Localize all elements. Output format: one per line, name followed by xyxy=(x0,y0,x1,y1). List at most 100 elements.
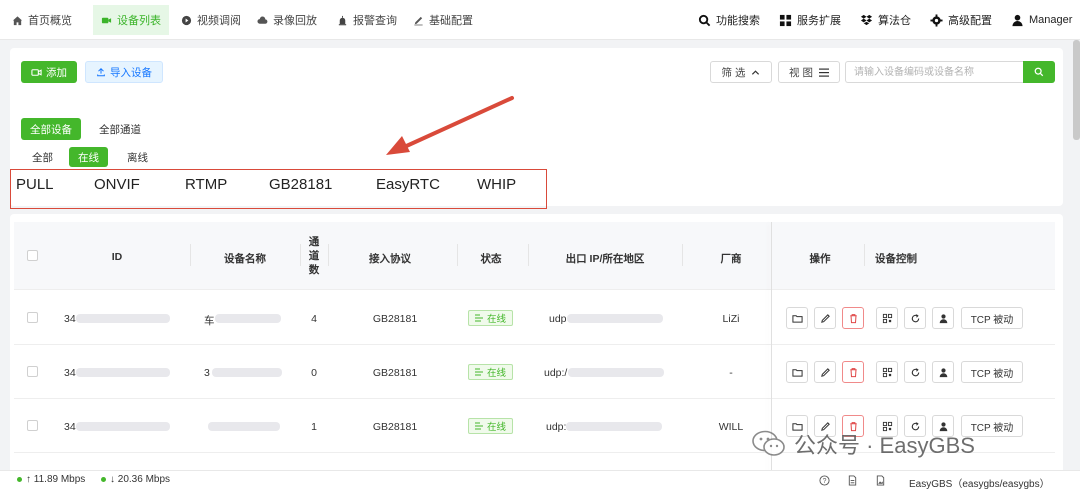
nav-label: 基础配置 xyxy=(429,15,473,27)
tab-all-channels[interactable]: 全部通道 xyxy=(90,118,150,140)
nav-label: 视频调阅 xyxy=(197,15,241,27)
header-operations: 操作 xyxy=(809,253,831,265)
add-device-button[interactable]: 添加 xyxy=(21,61,77,83)
user-menu[interactable]: Manager xyxy=(1011,5,1072,35)
channel-config-button[interactable] xyxy=(876,307,898,329)
protocol-easyrtc[interactable]: EasyRTC xyxy=(376,176,440,193)
page-scrollbar[interactable] xyxy=(1073,40,1080,140)
row-checkbox[interactable] xyxy=(27,312,38,323)
header-device-control: 设备控制 xyxy=(875,253,917,265)
qrcode-icon xyxy=(882,367,892,377)
row-checkbox[interactable] xyxy=(27,366,38,377)
wechat-watermark: 公众号 · EasyGBS xyxy=(752,428,975,460)
refresh-button[interactable] xyxy=(904,307,926,329)
header-protocol: 接入协议 xyxy=(369,253,411,265)
refresh-button[interactable] xyxy=(904,361,926,383)
user-auth-button[interactable] xyxy=(932,361,954,383)
redacted-id xyxy=(76,422,170,431)
list-icon xyxy=(475,368,483,376)
tcp-passive-button[interactable]: TCP 被动 xyxy=(961,307,1023,329)
protocol-onvif[interactable]: ONVIF xyxy=(94,176,140,193)
nav-item-video[interactable]: 视频调阅 xyxy=(173,5,249,35)
edit-device-button[interactable] xyxy=(814,361,836,383)
status-filter-offline[interactable]: 离线 xyxy=(118,147,157,167)
device-id: 34 xyxy=(64,367,76,379)
ip-region: udp xyxy=(549,313,567,325)
redacted-ip xyxy=(567,314,663,323)
status-badge: 在线 xyxy=(468,418,514,434)
protocol-value: GB28181 xyxy=(372,367,418,379)
service-extension-button[interactable]: 服务扩展 xyxy=(779,5,841,35)
redacted-id xyxy=(76,314,170,323)
play-icon xyxy=(181,15,192,25)
status-filter-all[interactable]: 全部 xyxy=(23,147,62,167)
svg-text:?: ? xyxy=(823,478,827,485)
open-folder-button[interactable] xyxy=(786,361,808,383)
annotation-arrow xyxy=(386,96,514,155)
help-icon[interactable]: ? xyxy=(819,475,830,486)
channel-count: 4 xyxy=(311,313,317,325)
header-vendor: 厂商 xyxy=(720,253,742,265)
protocol-pull[interactable]: PULL xyxy=(16,176,54,193)
nav-label: 报警查询 xyxy=(353,15,397,27)
nav-item-alarm[interactable]: 报警查询 xyxy=(329,5,405,35)
header-ip-region: 出口 IP/所在地区 xyxy=(565,253,645,265)
device-id: 34 xyxy=(64,421,76,433)
vendor: - xyxy=(729,367,733,379)
home-icon xyxy=(12,15,23,25)
status-bar: ↑ 11.89 Mbps ↓ 20.36 Mbps ? EasyGBS（easy… xyxy=(0,470,1080,489)
device-name: 3 xyxy=(204,367,210,379)
nav-item-playback[interactable]: 录像回放 xyxy=(249,5,325,35)
channel-config-button[interactable] xyxy=(876,361,898,383)
tcp-passive-button[interactable]: TCP 被动 xyxy=(961,361,1023,383)
camera-icon xyxy=(101,17,112,23)
nav-label: 录像回放 xyxy=(273,15,317,27)
nav-item-device-list[interactable]: 设备列表 xyxy=(93,5,169,35)
open-folder-button[interactable] xyxy=(786,307,808,329)
header-id: ID xyxy=(111,251,123,263)
header-status: 状态 xyxy=(480,253,502,265)
algorithm-store-button[interactable]: 算法仓 xyxy=(860,5,911,35)
search-icon xyxy=(1034,67,1044,77)
import-device-button[interactable]: 导入设备 xyxy=(85,61,163,83)
chevron-up-icon xyxy=(752,69,760,75)
feature-search-button[interactable]: 功能搜索 xyxy=(698,5,760,35)
nav-label: 设备列表 xyxy=(117,15,161,27)
qrcode-icon xyxy=(882,313,892,323)
table-row[interactable] xyxy=(14,291,1055,345)
user-icon xyxy=(1012,14,1023,26)
grid-icon xyxy=(779,14,792,26)
channel-count: 0 xyxy=(311,367,317,379)
delete-device-button[interactable] xyxy=(842,307,864,329)
protocol-rtmp[interactable]: RTMP xyxy=(185,176,227,193)
table-row[interactable] xyxy=(14,345,1055,399)
tab-all-devices[interactable]: 全部设备 xyxy=(21,118,81,140)
person-icon xyxy=(939,367,947,377)
video-add-icon xyxy=(31,68,42,76)
nav-item-config[interactable]: 基础配置 xyxy=(405,5,481,35)
edit-device-button[interactable] xyxy=(814,307,836,329)
menu-icon xyxy=(818,68,829,77)
trash-icon xyxy=(849,313,857,323)
redacted-ip xyxy=(566,422,662,431)
nav-item-home[interactable]: 首页概览 xyxy=(4,5,80,35)
refresh-icon xyxy=(911,313,919,322)
device-search-input[interactable] xyxy=(845,61,1023,83)
protocol-gb28181[interactable]: GB28181 xyxy=(269,176,332,193)
delete-device-button[interactable] xyxy=(842,361,864,383)
upload-icon xyxy=(97,67,105,77)
select-all-checkbox[interactable] xyxy=(27,250,38,261)
search-button[interactable] xyxy=(1023,61,1055,83)
view-toggle-button[interactable]: 视 图 xyxy=(778,61,840,83)
document-icon[interactable] xyxy=(847,475,858,486)
protocol-whip[interactable]: WHIP xyxy=(477,176,516,193)
row-checkbox[interactable] xyxy=(27,420,38,431)
status-filter-online[interactable]: 在线 xyxy=(69,147,108,167)
user-auth-button[interactable] xyxy=(932,307,954,329)
image-file-icon[interactable] xyxy=(875,475,886,486)
folder-icon xyxy=(791,368,803,377)
advanced-config-button[interactable]: 高级配置 xyxy=(930,5,992,35)
filter-toggle-button[interactable]: 筛 选 xyxy=(710,61,772,83)
vendor: LiZi xyxy=(722,313,740,325)
redacted-id xyxy=(76,368,170,377)
